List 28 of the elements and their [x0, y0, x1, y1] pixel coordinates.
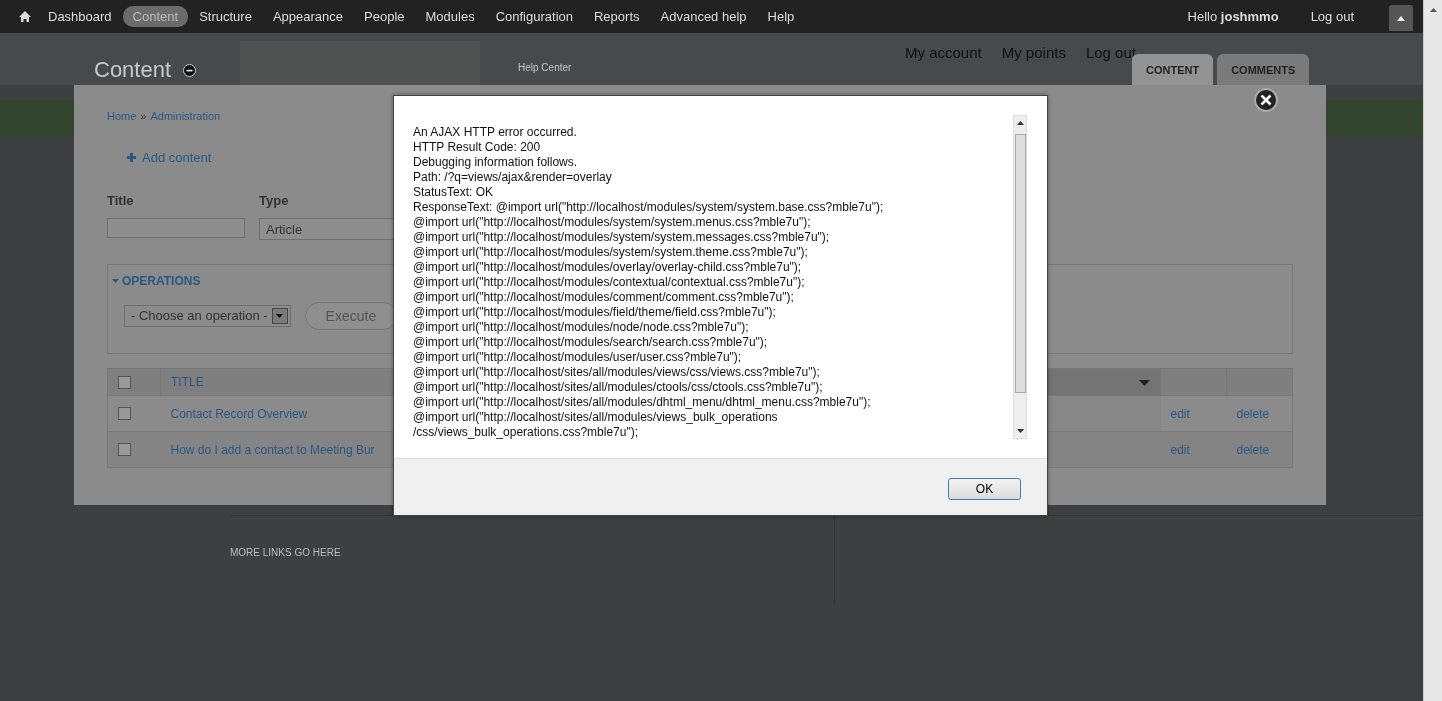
error-message-line: ResponseText: @import url("http://localhost/modules/system/system.base.css?mble7u");: [413, 200, 884, 215]
field-label: Title: [107, 193, 135, 208]
breadcrumb-separator: »: [140, 110, 147, 122]
page-title: Content: [94, 57, 172, 83]
error-message-line: HTTP Result Code: 200: [413, 140, 541, 155]
error-message-line: StatusText: OK: [413, 185, 494, 200]
error-message-line: An AJAX HTTP error occurred.: [413, 125, 577, 140]
error-message-line: /css/views_bulk_operations.css?mble7u");: [413, 425, 639, 440]
error-message-line: @import url("http://localhost/sites/all/modules/ctools/css/ctools.css?mble7u");: [413, 380, 823, 395]
error-message-line: @import url("http://localhost/sites/all/modules/views_bulk_operations: [413, 410, 778, 425]
error-message-line: @import url("http://localhost/sites/all/modules/dhtml_menu/dhtml_menu.css?mble7u");: [413, 395, 871, 410]
footer-text: MORE LINKS GO HERE: [230, 547, 341, 558]
error-message-line: @import url("http://localhost/modules/node/node.css?mble7u");: [413, 320, 749, 335]
error-message-line: Path: /?q=views/ajax&render=overlay: [413, 170, 612, 185]
error-message-line: @import url("http://localhost/modules/overlay/overlay-child.css?mble7u");: [413, 260, 802, 275]
error-message-line: Debugging information follows.: [413, 155, 578, 170]
error-message-line: @import url("http://localhost/modules/system/system.messages.css?mble7u");: [413, 230, 830, 245]
error-message-line: @import url("http://localhost/sites/all/modules/views/css/views.css?mble7u");: [413, 365, 820, 380]
field-label: Type: [259, 193, 290, 208]
error-message-line: @import url("http://localhost/modules/system/system.menus.css?mble7u");: [413, 215, 811, 230]
error-message-line: @import url("http://localhost/modules/field/theme/field.css?mble7u");: [413, 305, 776, 320]
error-message-line: @import url("http://localhost/modules/user/user.css?mble7u");: [413, 350, 742, 365]
error-message-line: @import url("http://localhost/modules/contextual/contextual.css?mble7u");: [413, 275, 805, 290]
error-message-line: @import url("http://localhost/modules/system/system.theme.css?mble7u");: [413, 245, 808, 260]
user-greeting: Hello joshmmo: [1187, 9, 1279, 24]
error-message-line: @import url("http://localhost/modules/search/search.css?mble7u");: [413, 335, 768, 350]
error-message-line: @import url("http://localhost/modules/comment/comment.css?mble7u");: [413, 290, 794, 305]
select-value: - Choose an operation -: [131, 308, 268, 323]
